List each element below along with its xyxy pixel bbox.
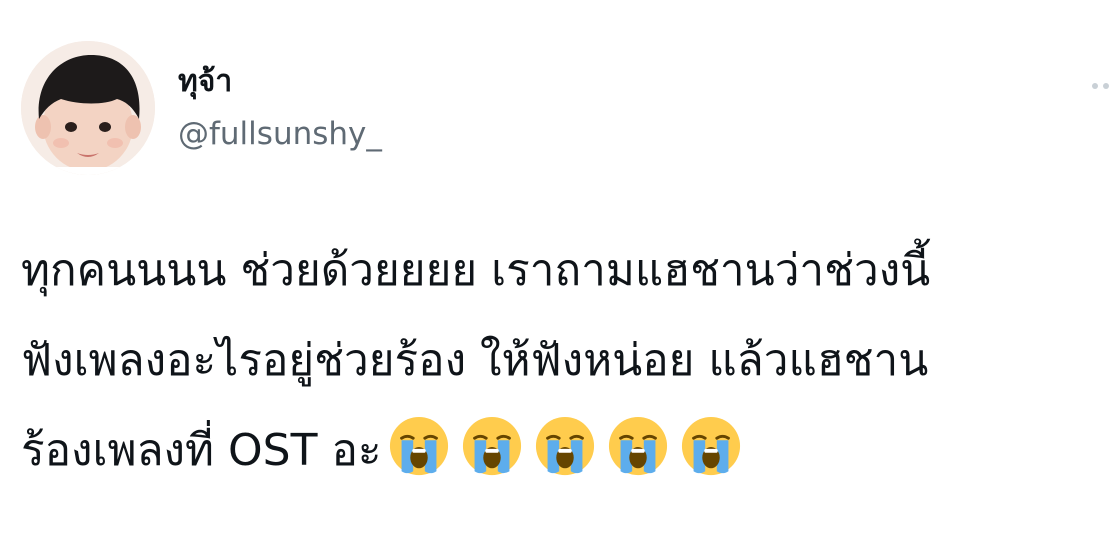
tweet-text-line-3-text: ร้องเพลงที่ OST อะ (21, 425, 382, 476)
loudly-crying-face-icon (389, 416, 448, 476)
tweet-text-line-1: ทุกคนนนน ช่วยด้วยยยย เราถามแฮชานว่าช่วงน… (21, 245, 931, 296)
display-name[interactable]: ทุจ้า (178, 62, 232, 102)
more-dot (1103, 83, 1109, 89)
tweet-card: ทุจ้า @fullsunshy_ ทุกคนนนน ช่วยด้วยยยย … (0, 0, 1114, 544)
tweet-text-line-2: ฟังเพลงอะไรอยู่ช่วยร้อง ให้ฟังหน่อย แล้ว… (21, 335, 929, 386)
emoji-row (388, 415, 742, 477)
user-handle[interactable]: @fullsunshy_ (178, 114, 382, 154)
loudly-crying-face-icon (681, 416, 740, 476)
avatar[interactable] (21, 41, 155, 175)
more-options-icon[interactable] (1092, 83, 1114, 89)
tweet-text: ทุกคนนนน ช่วยด้วยยยย เราถามแฮชานว่าช่วงน… (21, 226, 1111, 496)
tweet-text-line-3: ร้องเพลงที่ OST อะ (21, 406, 1111, 496)
more-dot (1092, 83, 1098, 89)
loudly-crying-face-icon (608, 416, 667, 476)
loudly-crying-face-icon (535, 416, 594, 476)
loudly-crying-face-icon (462, 416, 521, 476)
avatar-image (21, 41, 155, 175)
